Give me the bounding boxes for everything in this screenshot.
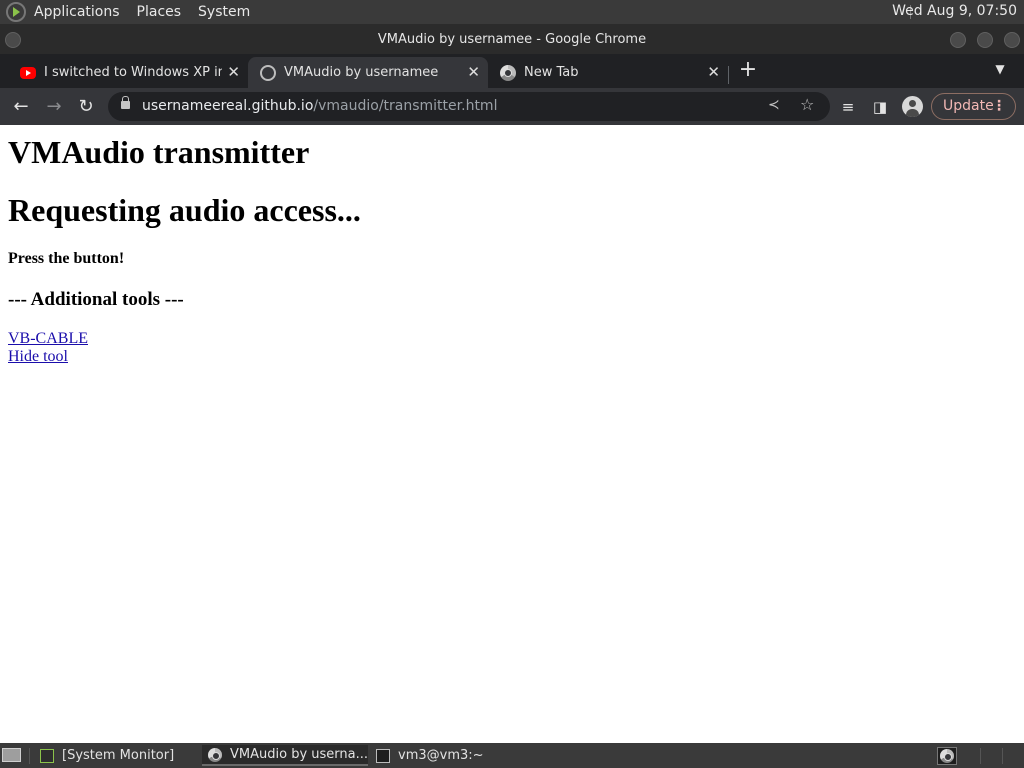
tools-heading: --- Additional tools ---	[8, 289, 184, 310]
tab-youtube[interactable]: I switched to Windows XP in 20 ✕	[8, 57, 248, 88]
menu-places[interactable]: Places	[137, 4, 182, 20]
top-panel: Applications Places System Wed Aug 9, 07…	[0, 0, 1024, 24]
url-path: /vmaudio/transmitter.html	[313, 98, 498, 114]
taskbar-item-label: vm3@vm3:~	[398, 748, 484, 763]
menu-system[interactable]: System	[198, 4, 250, 20]
address-bar[interactable]: usernameereal.github.io/vmaudio/transmit…	[108, 92, 830, 121]
page-title: VMAudio transmitter	[8, 134, 310, 170]
reload-button[interactable]: ↻	[75, 96, 97, 118]
media-playlist-icon[interactable]: ≡	[837, 96, 859, 118]
taskbar-divider	[980, 748, 981, 764]
tab-divider	[728, 66, 729, 84]
profile-avatar-icon[interactable]	[902, 96, 923, 117]
hide-tool-link[interactable]: Hide tool	[8, 348, 68, 366]
globe-icon	[260, 64, 276, 81]
chrome-icon	[208, 747, 222, 762]
status-heading: Requesting audio access...	[8, 192, 361, 228]
window-menu-button[interactable]	[5, 32, 21, 48]
window-titlebar[interactable]: VMAudio by usernamee - Google Chrome	[0, 24, 1024, 54]
taskbar-divider	[1002, 748, 1003, 764]
tab-search-chevron-icon[interactable]: ▼	[992, 62, 1008, 78]
browser-toolbar: ← → ↻ usernameereal.github.io/vmaudio/tr…	[0, 88, 1024, 125]
tray-chrome-icon[interactable]	[937, 747, 957, 765]
more-menu-icon[interactable]: ⋮	[992, 94, 1006, 119]
close-tab-icon[interactable]: ✕	[467, 65, 480, 80]
update-button[interactable]: Update ⋮	[931, 93, 1016, 120]
side-panel-icon[interactable]: ◨	[869, 96, 891, 118]
vb-cable-link[interactable]: VB-CABLE	[8, 330, 88, 348]
tab-strip: I switched to Windows XP in 20 ✕ VMAudio…	[0, 54, 1024, 88]
show-desktop-icon[interactable]	[2, 748, 21, 762]
tab-label: VMAudio by usernamee	[284, 65, 439, 80]
taskbar-item-terminal[interactable]: vm3@vm3:~	[370, 745, 536, 766]
url-host: usernameereal.github.io	[142, 98, 314, 114]
tab-vmaudio[interactable]: VMAudio by usernamee ✕	[248, 57, 488, 88]
bottom-taskbar: [System Monitor] VMAudio by userna... vm…	[0, 743, 1024, 768]
clock[interactable]: Wed Aug 9, 07:50	[892, 3, 1017, 19]
taskbar-item-label: VMAudio by userna...	[230, 747, 368, 762]
youtube-icon	[20, 66, 36, 79]
bookmark-star-icon[interactable]: ☆	[800, 95, 814, 114]
update-label: Update	[943, 98, 994, 114]
tab-label: New Tab	[524, 65, 579, 80]
system-monitor-icon	[40, 748, 54, 763]
lock-icon[interactable]	[121, 96, 130, 109]
forward-button[interactable]: →	[43, 96, 65, 118]
page-content: VMAudio transmitter Requesting audio acc…	[0, 125, 1024, 743]
taskbar-item-chrome[interactable]: VMAudio by userna...	[202, 745, 368, 766]
tab-new-tab[interactable]: New Tab ✕	[488, 57, 728, 88]
taskbar-divider	[29, 748, 30, 764]
menu-applications[interactable]: Applications	[34, 4, 120, 20]
minimize-button[interactable]	[950, 32, 966, 48]
new-tab-button[interactable]: +	[738, 59, 758, 81]
share-icon[interactable]: ≺	[768, 97, 780, 113]
distro-logo-icon[interactable]	[6, 2, 26, 22]
tab-label: I switched to Windows XP in 20	[44, 65, 222, 80]
window-title: VMAudio by usernamee - Google Chrome	[377, 32, 647, 47]
url-text[interactable]: usernameereal.github.io/vmaudio/transmit…	[142, 98, 497, 114]
back-button[interactable]: ←	[10, 96, 32, 118]
close-tab-icon[interactable]: ✕	[707, 65, 720, 80]
taskbar-item-system-monitor[interactable]: [System Monitor]	[34, 745, 200, 766]
instruction-text: Press the button!	[8, 250, 125, 267]
close-window-button[interactable]	[1004, 32, 1020, 48]
chrome-icon	[500, 64, 516, 81]
taskbar-item-label: [System Monitor]	[62, 748, 175, 763]
chrome-icon	[940, 749, 954, 763]
maximize-button[interactable]	[977, 32, 993, 48]
close-tab-icon[interactable]: ✕	[227, 65, 240, 80]
terminal-icon	[376, 748, 390, 763]
